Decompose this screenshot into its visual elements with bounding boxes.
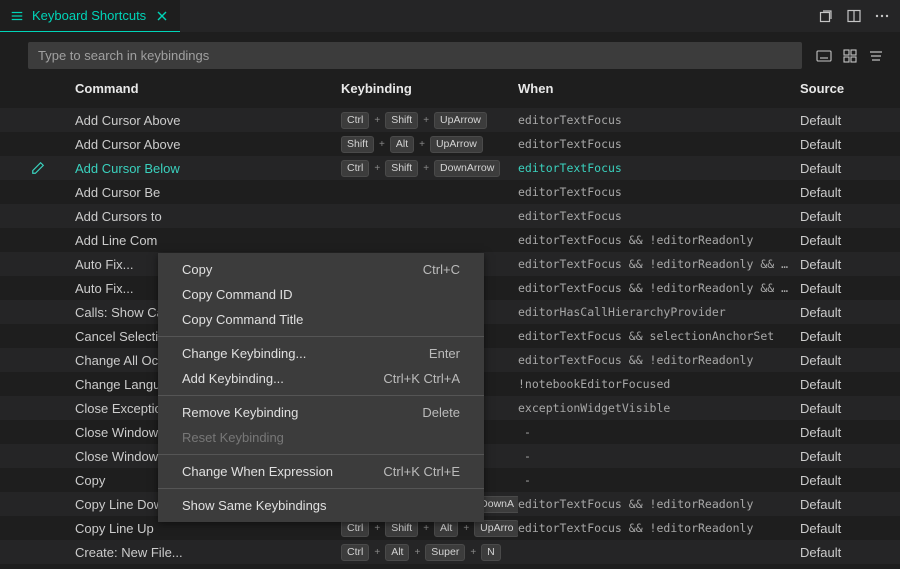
- header-when[interactable]: When: [518, 81, 800, 96]
- when-cell: exceptionWidgetVisible: [518, 401, 800, 415]
- menu-icon: [10, 9, 24, 23]
- table-row[interactable]: Add Cursor Be editorTextFocusDefault: [0, 180, 900, 204]
- header-source[interactable]: Source: [800, 81, 900, 96]
- more-icon[interactable]: [874, 8, 890, 24]
- when-cell: -: [518, 449, 800, 463]
- menu-item[interactable]: Show Same Keybindings: [158, 493, 484, 518]
- filter-icon[interactable]: [868, 48, 884, 64]
- source-cell: Default: [800, 161, 900, 176]
- menu-separator: [158, 454, 484, 455]
- menu-item[interactable]: Copy Command ID: [158, 282, 484, 307]
- table-row[interactable]: Create: New File...Ctrl+Alt+Super+N Defau…: [0, 540, 900, 564]
- table-row[interactable]: Add Cursor BelowCtrl+Shift+DownArrowedit…: [0, 156, 900, 180]
- menu-item[interactable]: Remove KeybindingDelete: [158, 400, 484, 425]
- when-cell: editorHasCallHierarchyProvider: [518, 305, 800, 319]
- source-cell: Default: [800, 473, 900, 488]
- source-cell: Default: [800, 545, 900, 560]
- source-cell: Default: [800, 449, 900, 464]
- table-row[interactable]: Add Line Com editorTextFocus && !editorRe…: [0, 228, 900, 252]
- when-cell: editorTextFocus && selectionAnchorSet: [518, 329, 800, 343]
- source-cell: Default: [800, 233, 900, 248]
- when-cell: editorTextFocus && !editorReadonly: [518, 497, 800, 511]
- menu-item: Reset Keybinding: [158, 425, 484, 450]
- menu-separator: [158, 336, 484, 337]
- keybinding-cell: Ctrl+Alt+Super+N: [341, 544, 518, 561]
- when-cell: editorTextFocus: [518, 185, 800, 199]
- keybinding-cell: Ctrl+Shift+UpArrow: [341, 112, 518, 129]
- table-row[interactable]: Add Cursors to editorTextFocusDefault: [0, 204, 900, 228]
- when-cell: editorTextFocus && !editorReadonly && su…: [518, 257, 800, 271]
- source-cell: Default: [800, 305, 900, 320]
- command-cell: Add Cursor Above: [75, 137, 341, 152]
- tab-title: Keyboard Shortcuts: [32, 8, 146, 23]
- source-cell: Default: [800, 377, 900, 392]
- source-cell: Default: [800, 209, 900, 224]
- when-cell: -: [518, 473, 800, 487]
- source-cell: Default: [800, 185, 900, 200]
- record-keys-icon[interactable]: [816, 48, 832, 64]
- source-cell: Default: [800, 113, 900, 128]
- keybinding-cell: Shift+Alt+UpArrow: [341, 136, 518, 153]
- source-cell: Default: [800, 401, 900, 416]
- menu-separator: [158, 395, 484, 396]
- when-cell: editorTextFocus: [518, 209, 800, 223]
- table-header: Command Keybinding When Source: [0, 73, 900, 108]
- command-cell: Add Cursor Above: [75, 113, 341, 128]
- menu-item[interactable]: Copy Command Title: [158, 307, 484, 332]
- source-cell: Default: [800, 425, 900, 440]
- command-cell: Add Line Com: [75, 233, 341, 248]
- when-cell: !notebookEditorFocused: [518, 377, 800, 391]
- tab-actions: [808, 0, 900, 32]
- source-cell: Default: [800, 281, 900, 296]
- when-cell: editorTextFocus: [518, 113, 800, 127]
- keybinding-cell: Ctrl+Shift+Alt+UpArro: [341, 520, 518, 537]
- when-cell: editorTextFocus && !editorReadonly: [518, 353, 800, 367]
- command-cell: Copy Line Up: [75, 521, 341, 536]
- source-cell: Default: [800, 257, 900, 272]
- command-cell: Add Cursors to: [75, 209, 341, 224]
- split-editor-icon[interactable]: [846, 8, 862, 24]
- when-cell: -: [518, 425, 800, 439]
- sort-icon[interactable]: [842, 48, 858, 64]
- when-cell: editorTextFocus && !editorReadonly: [518, 233, 800, 247]
- when-cell: editorTextFocus && !editorReadonly && su…: [518, 281, 800, 295]
- source-cell: Default: [800, 137, 900, 152]
- source-cell: Default: [800, 497, 900, 512]
- edit-icon[interactable]: [31, 161, 45, 175]
- table-row[interactable]: Add Cursor AboveShift+Alt+UpArroweditorT…: [0, 132, 900, 156]
- source-cell: Default: [800, 521, 900, 536]
- keybinding-cell: Ctrl+Shift+DownArrow: [341, 160, 518, 177]
- command-cell: Create: New File...: [75, 545, 341, 560]
- search-area: [0, 32, 900, 73]
- header-command[interactable]: Command: [75, 81, 341, 96]
- when-cell: editorTextFocus: [518, 137, 800, 151]
- menu-item[interactable]: CopyCtrl+C: [158, 257, 484, 282]
- source-cell: Default: [800, 353, 900, 368]
- menu-separator: [158, 488, 484, 489]
- command-cell: Add Cursor Below: [75, 161, 341, 176]
- search-input[interactable]: [28, 42, 802, 69]
- tab-bar: Keyboard Shortcuts: [0, 0, 900, 32]
- table-row[interactable]: Add Cursor AboveCtrl+Shift+UpArroweditor…: [0, 108, 900, 132]
- menu-item[interactable]: Add Keybinding...Ctrl+K Ctrl+A: [158, 366, 484, 391]
- header-keybinding[interactable]: Keybinding: [341, 81, 518, 96]
- tab-keyboard-shortcuts[interactable]: Keyboard Shortcuts: [0, 0, 180, 32]
- command-cell: Add Cursor Be: [75, 185, 341, 200]
- menu-item[interactable]: Change When ExpressionCtrl+K Ctrl+E: [158, 459, 484, 484]
- context-menu: CopyCtrl+CCopy Command IDCopy Command Ti…: [158, 253, 484, 522]
- when-cell: editorTextFocus && !editorReadonly: [518, 521, 800, 535]
- source-cell: Default: [800, 329, 900, 344]
- close-icon[interactable]: [154, 8, 170, 24]
- when-cell: editorTextFocus: [518, 161, 800, 175]
- open-json-icon[interactable]: [818, 8, 834, 24]
- menu-item[interactable]: Change Keybinding...Enter: [158, 341, 484, 366]
